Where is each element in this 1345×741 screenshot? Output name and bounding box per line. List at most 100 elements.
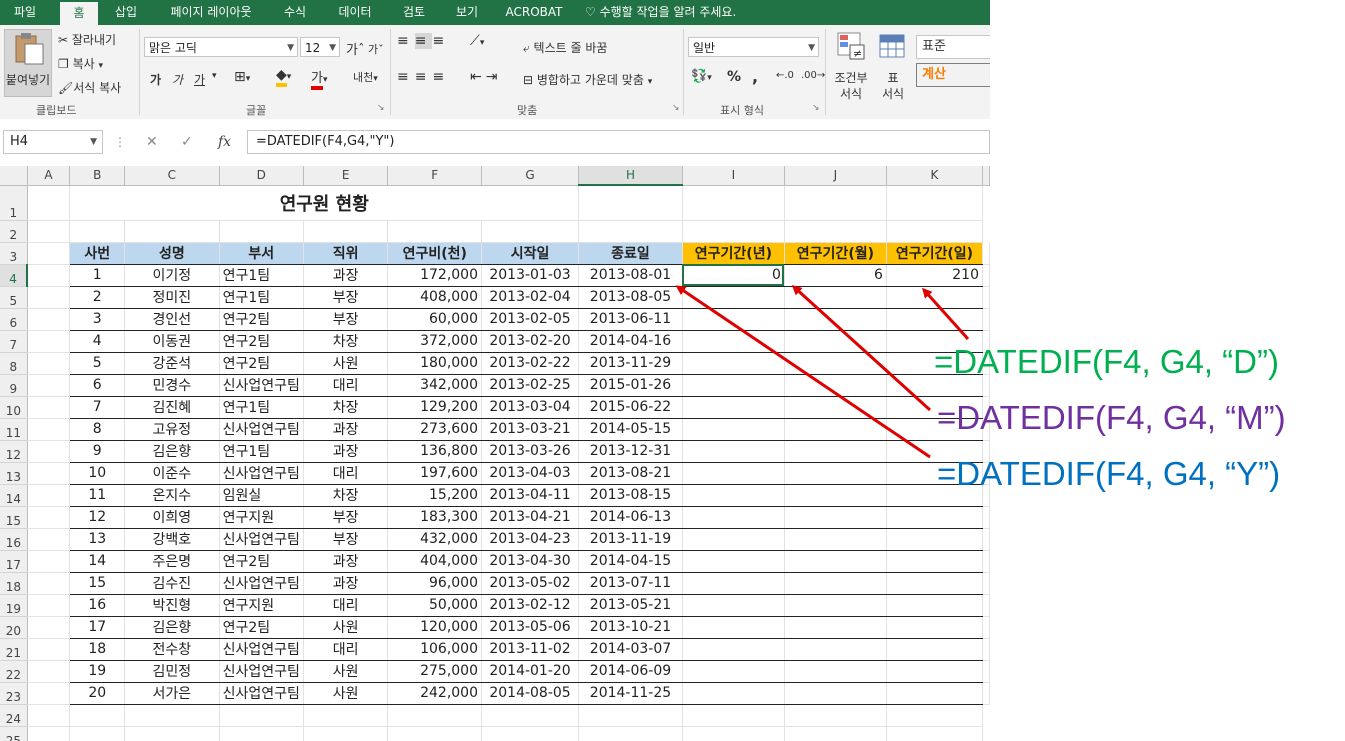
table-cell[interactable]: 120,000 [387, 616, 482, 639]
sheet-title[interactable]: 연구원 현황 [69, 185, 580, 221]
table-cell[interactable]: 172,000 [387, 264, 482, 287]
cell-empty[interactable] [578, 726, 683, 741]
underline-dropdown[interactable]: ▾ [212, 71, 217, 81]
tab-acrobat[interactable]: ACROBAT [500, 0, 568, 25]
row-header-3[interactable]: 3 [0, 242, 28, 265]
table-cell[interactable]: 고유정 [124, 418, 220, 441]
table-cell[interactable] [886, 286, 984, 309]
cell-empty[interactable] [481, 220, 580, 243]
cancel-icon[interactable]: ✕ [146, 130, 158, 154]
table-cell[interactable]: 이기정 [124, 264, 220, 287]
cell-empty[interactable] [387, 220, 482, 243]
table-cell[interactable]: 6 [784, 264, 887, 287]
table-cell[interactable] [784, 352, 887, 375]
tab-data[interactable]: 데이터 [330, 0, 380, 25]
table-cell[interactable]: 연구1팀 [219, 396, 304, 419]
table-cell[interactable]: 신사업연구팀 [219, 682, 304, 705]
table-cell[interactable] [682, 550, 785, 573]
table-cell[interactable]: 2015-01-26 [578, 374, 683, 397]
cell-empty[interactable] [27, 506, 71, 529]
table-cell[interactable]: 0 [682, 264, 785, 287]
font-color-button[interactable]: 가▾ [311, 67, 328, 90]
table-cell[interactable]: 정미진 [124, 286, 220, 309]
cell-empty[interactable] [982, 242, 990, 265]
table-cell[interactable]: 2013-08-05 [578, 286, 683, 309]
table-cell[interactable]: 차장 [303, 396, 389, 419]
table-cell[interactable]: 2014-04-15 [578, 550, 683, 573]
insert-function-button[interactable]: fx [218, 130, 231, 154]
cell-empty[interactable] [682, 185, 785, 221]
table-cell[interactable] [682, 308, 785, 331]
table-cell[interactable] [682, 418, 785, 441]
table-cell[interactable]: 2013-05-06 [481, 616, 580, 639]
table-cell[interactable]: 사원 [303, 352, 389, 375]
table-cell[interactable]: 2013-05-02 [481, 572, 580, 595]
table-cell[interactable]: 차장 [303, 484, 389, 507]
cell-empty[interactable] [124, 704, 220, 727]
cell-empty[interactable] [982, 264, 990, 287]
tab-insert[interactable]: 삽입 [106, 0, 146, 25]
table-cell[interactable] [784, 506, 887, 529]
table-cell[interactable]: 김은향 [124, 616, 220, 639]
column-header-j[interactable]: J [784, 166, 887, 186]
table-cell[interactable] [886, 660, 984, 683]
table-cell[interactable]: 2013-01-03 [481, 264, 580, 287]
column-header-e[interactable]: E [303, 166, 389, 186]
decrease-decimal-button[interactable]: .00→ [801, 70, 825, 81]
fill-color-button[interactable]: ◆▾ [276, 67, 291, 87]
table-cell[interactable]: 342,000 [387, 374, 482, 397]
table-cell[interactable]: 2014-01-20 [481, 660, 580, 683]
table-cell[interactable] [784, 484, 887, 507]
column-header-k[interactable]: K [886, 166, 984, 186]
column-header-f[interactable]: F [387, 166, 482, 186]
table-cell[interactable]: 14 [69, 550, 126, 573]
style-normal[interactable]: 표준 [916, 35, 990, 59]
table-cell[interactable]: 임원실 [219, 484, 304, 507]
table-cell[interactable] [682, 396, 785, 419]
style-calculation[interactable]: 계산 [916, 63, 990, 87]
table-cell[interactable]: 7 [69, 396, 126, 419]
cell-empty[interactable] [982, 572, 990, 595]
table-cell[interactable] [886, 594, 984, 617]
name-box[interactable]: H4 ▼ [3, 130, 103, 154]
table-cell[interactable]: 연구2팀 [219, 330, 304, 353]
table-cell[interactable]: 연구1팀 [219, 264, 304, 287]
table-cell[interactable]: 연구지원 [219, 506, 304, 529]
table-cell[interactable] [784, 660, 887, 683]
cell-empty[interactable] [303, 220, 389, 243]
table-cell[interactable] [682, 352, 785, 375]
table-cell[interactable]: 전수창 [124, 638, 220, 661]
cell-empty[interactable] [27, 220, 71, 243]
cell-empty[interactable] [982, 660, 990, 683]
table-cell[interactable]: 11 [69, 484, 126, 507]
table-cell[interactable]: 15,200 [387, 484, 482, 507]
table-cell[interactable] [784, 528, 887, 551]
cell-empty[interactable] [27, 418, 71, 441]
table-cell[interactable] [784, 330, 887, 353]
table-cell[interactable] [784, 572, 887, 595]
table-cell[interactable]: 대리 [303, 462, 389, 485]
alignment-dialog-launcher[interactable]: ↘ [672, 103, 680, 113]
table-cell[interactable] [784, 682, 887, 705]
cell-empty[interactable] [69, 704, 126, 727]
table-cell[interactable]: 129,200 [387, 396, 482, 419]
table-cell[interactable]: 2013-11-19 [578, 528, 683, 551]
cell-empty[interactable] [27, 550, 71, 573]
table-cell[interactable]: 김수진 [124, 572, 220, 595]
table-cell[interactable]: 2013-11-02 [481, 638, 580, 661]
table-cell[interactable] [682, 572, 785, 595]
row-header-11[interactable]: 11 [0, 418, 28, 441]
table-cell[interactable]: 2014-06-09 [578, 660, 683, 683]
underline-button[interactable]: 가 [194, 71, 205, 88]
table-cell[interactable] [886, 550, 984, 573]
cell-empty[interactable] [682, 220, 785, 243]
indent-buttons[interactable]: ⇤⇥ [470, 69, 501, 85]
table-cell[interactable]: 2013-04-11 [481, 484, 580, 507]
table-cell[interactable]: 과장 [303, 264, 389, 287]
table-cell[interactable] [886, 308, 984, 331]
tab-file[interactable]: 파일 [0, 0, 50, 25]
table-cell[interactable]: 신사업연구팀 [219, 528, 304, 551]
table-cell[interactable]: 대리 [303, 374, 389, 397]
row-header-25[interactable]: 25 [0, 726, 28, 741]
column-title-8[interactable]: 연구기간(년) [682, 242, 785, 265]
